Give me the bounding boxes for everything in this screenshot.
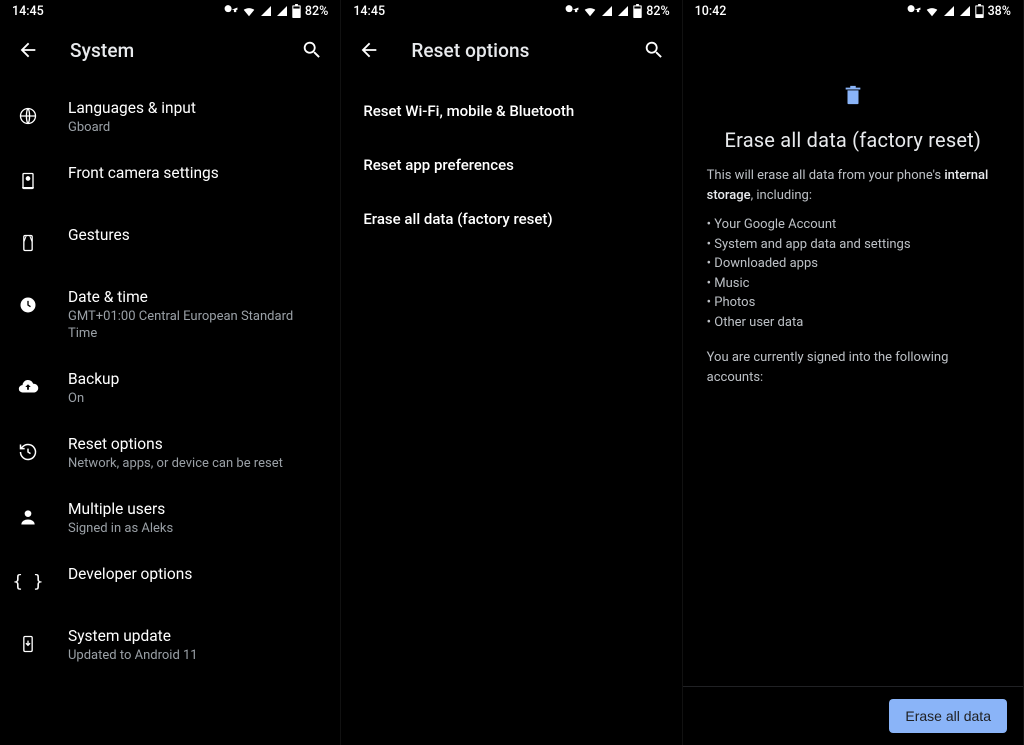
erase-all-data-button[interactable]: Erase all data bbox=[889, 699, 1007, 733]
settings-list: Languages & input Gboard Front camera sett… bbox=[0, 78, 340, 745]
row-subtitle: Signed in as Aleks bbox=[68, 521, 324, 538]
cloud-up-icon bbox=[10, 369, 46, 405]
signal-icon bbox=[959, 5, 971, 17]
row-subtitle: On bbox=[68, 391, 324, 408]
signal-icon bbox=[943, 5, 955, 17]
row-title: Date & time bbox=[68, 287, 324, 307]
wifi-icon bbox=[242, 4, 256, 18]
reset-option-reset-wi-fi-mobile-bluetooth[interactable]: Reset Wi-Fi, mobile & Bluetooth bbox=[341, 84, 681, 138]
status-bar: 14:45 82% bbox=[341, 0, 681, 22]
person-icon bbox=[10, 499, 46, 535]
app-bar: Reset options bbox=[341, 22, 681, 78]
app-bar: System bbox=[0, 22, 340, 78]
settings-row-front-camera-settings[interactable]: Front camera settings bbox=[0, 149, 340, 211]
update-icon bbox=[10, 626, 46, 662]
erase-bullet: System and app data and settings bbox=[707, 235, 999, 255]
row-title: Gestures bbox=[68, 225, 324, 245]
row-subtitle: Network, apps, or device can be reset bbox=[68, 456, 324, 473]
signal-icon bbox=[276, 5, 288, 17]
status-time: 14:45 bbox=[353, 4, 385, 19]
screen-reset-options: 14:45 82% Reset options Reset Wi-Fi, mob… bbox=[341, 0, 682, 745]
back-arrow-icon bbox=[17, 39, 39, 61]
signal-icon bbox=[260, 5, 272, 17]
battery-icon bbox=[975, 4, 984, 18]
signal-icon bbox=[617, 5, 629, 17]
erase-bullet-list: Your Google AccountSystem and app data a… bbox=[707, 215, 999, 332]
screen-erase-all-data: 10:42 38% Erase all data (factory reset)… bbox=[683, 0, 1024, 745]
erase-body: This will erase all data from your phone… bbox=[707, 166, 999, 387]
row-title: Reset options bbox=[68, 434, 324, 454]
key-icon bbox=[907, 4, 921, 18]
key-icon bbox=[565, 4, 579, 18]
status-battery: 38% bbox=[988, 4, 1011, 19]
row-title: Multiple users bbox=[68, 499, 324, 519]
trash-icon bbox=[842, 84, 864, 110]
erase-bullet: Downloaded apps bbox=[707, 254, 999, 274]
row-title: System update bbox=[68, 626, 324, 646]
settings-row-gestures[interactable]: Gestures bbox=[0, 211, 340, 273]
status-right: 82% bbox=[565, 4, 669, 19]
row-title: Front camera settings bbox=[68, 163, 324, 183]
settings-row-developer-options[interactable]: { } Developer options bbox=[0, 550, 340, 612]
erase-bullet: Other user data bbox=[707, 313, 999, 333]
clock-icon bbox=[10, 287, 46, 323]
status-bar: 10:42 38% bbox=[683, 0, 1023, 22]
wifi-icon bbox=[583, 4, 597, 18]
row-subtitle: Updated to Android 11 bbox=[68, 648, 324, 665]
erase-title: Erase all data (factory reset) bbox=[725, 128, 982, 152]
search-button[interactable] bbox=[636, 32, 672, 68]
erase-bullet: Photos bbox=[707, 293, 999, 313]
bottom-bar: Erase all data bbox=[683, 686, 1023, 745]
page-title: Reset options bbox=[411, 39, 611, 62]
back-button[interactable] bbox=[10, 32, 46, 68]
globe-icon bbox=[10, 98, 46, 134]
reset-option-reset-app-preferences[interactable]: Reset app preferences bbox=[341, 138, 681, 192]
settings-row-system-update[interactable]: System update Updated to Android 11 bbox=[0, 612, 340, 677]
settings-row-date-time[interactable]: Date & timeGMT+01:00 Central European St… bbox=[0, 273, 340, 355]
erase-bullet: Music bbox=[707, 274, 999, 294]
erase-intro: This will erase all data from your phone… bbox=[707, 166, 999, 205]
settings-row-languages-input[interactable]: Languages & input Gboard bbox=[0, 84, 340, 149]
status-battery: 82% bbox=[305, 4, 328, 19]
settings-row-reset-options[interactable]: Reset options Network, apps, or device ca… bbox=[0, 420, 340, 485]
wifi-icon bbox=[925, 4, 939, 18]
row-title: Backup bbox=[68, 369, 324, 389]
erase-bullet: Your Google Account bbox=[707, 215, 999, 235]
back-button[interactable] bbox=[351, 32, 387, 68]
settings-row-backup[interactable]: Backup On bbox=[0, 355, 340, 420]
reset-option-erase-all-data-factory-reset[interactable]: Erase all data (factory reset) bbox=[341, 192, 681, 246]
camera-icon bbox=[10, 163, 46, 199]
status-time: 10:42 bbox=[695, 4, 727, 19]
back-arrow-icon bbox=[358, 39, 380, 61]
battery-icon bbox=[633, 4, 642, 18]
erase-content: Erase all data (factory reset) This will… bbox=[683, 22, 1023, 686]
row-subtitle: Gboard bbox=[68, 120, 324, 137]
row-title: Languages & input bbox=[68, 98, 324, 118]
battery-icon bbox=[292, 4, 301, 18]
search-button[interactable] bbox=[294, 32, 330, 68]
search-icon bbox=[643, 39, 665, 61]
page-title: System bbox=[70, 39, 270, 62]
braces-icon: { } bbox=[10, 564, 46, 600]
status-bar: 14:45 82% bbox=[0, 0, 340, 22]
key-icon bbox=[224, 4, 238, 18]
restore-icon bbox=[10, 434, 46, 470]
search-icon bbox=[301, 39, 323, 61]
gesture-icon bbox=[10, 225, 46, 261]
status-time: 14:45 bbox=[12, 4, 44, 19]
signal-icon bbox=[601, 5, 613, 17]
row-title: Developer options bbox=[68, 564, 324, 584]
reset-options-list: Reset Wi-Fi, mobile & BluetoothReset app… bbox=[341, 78, 681, 745]
screen-system: 14:45 82% System Languages & input Gboard… bbox=[0, 0, 341, 745]
row-subtitle: GMT+01:00 Central European Standard Time bbox=[68, 309, 324, 343]
erase-signed-in: You are currently signed into the follow… bbox=[707, 348, 999, 387]
status-battery: 82% bbox=[646, 4, 669, 19]
status-right: 38% bbox=[907, 4, 1011, 19]
status-right: 82% bbox=[224, 4, 328, 19]
settings-row-multiple-users[interactable]: Multiple users Signed in as Aleks bbox=[0, 485, 340, 550]
